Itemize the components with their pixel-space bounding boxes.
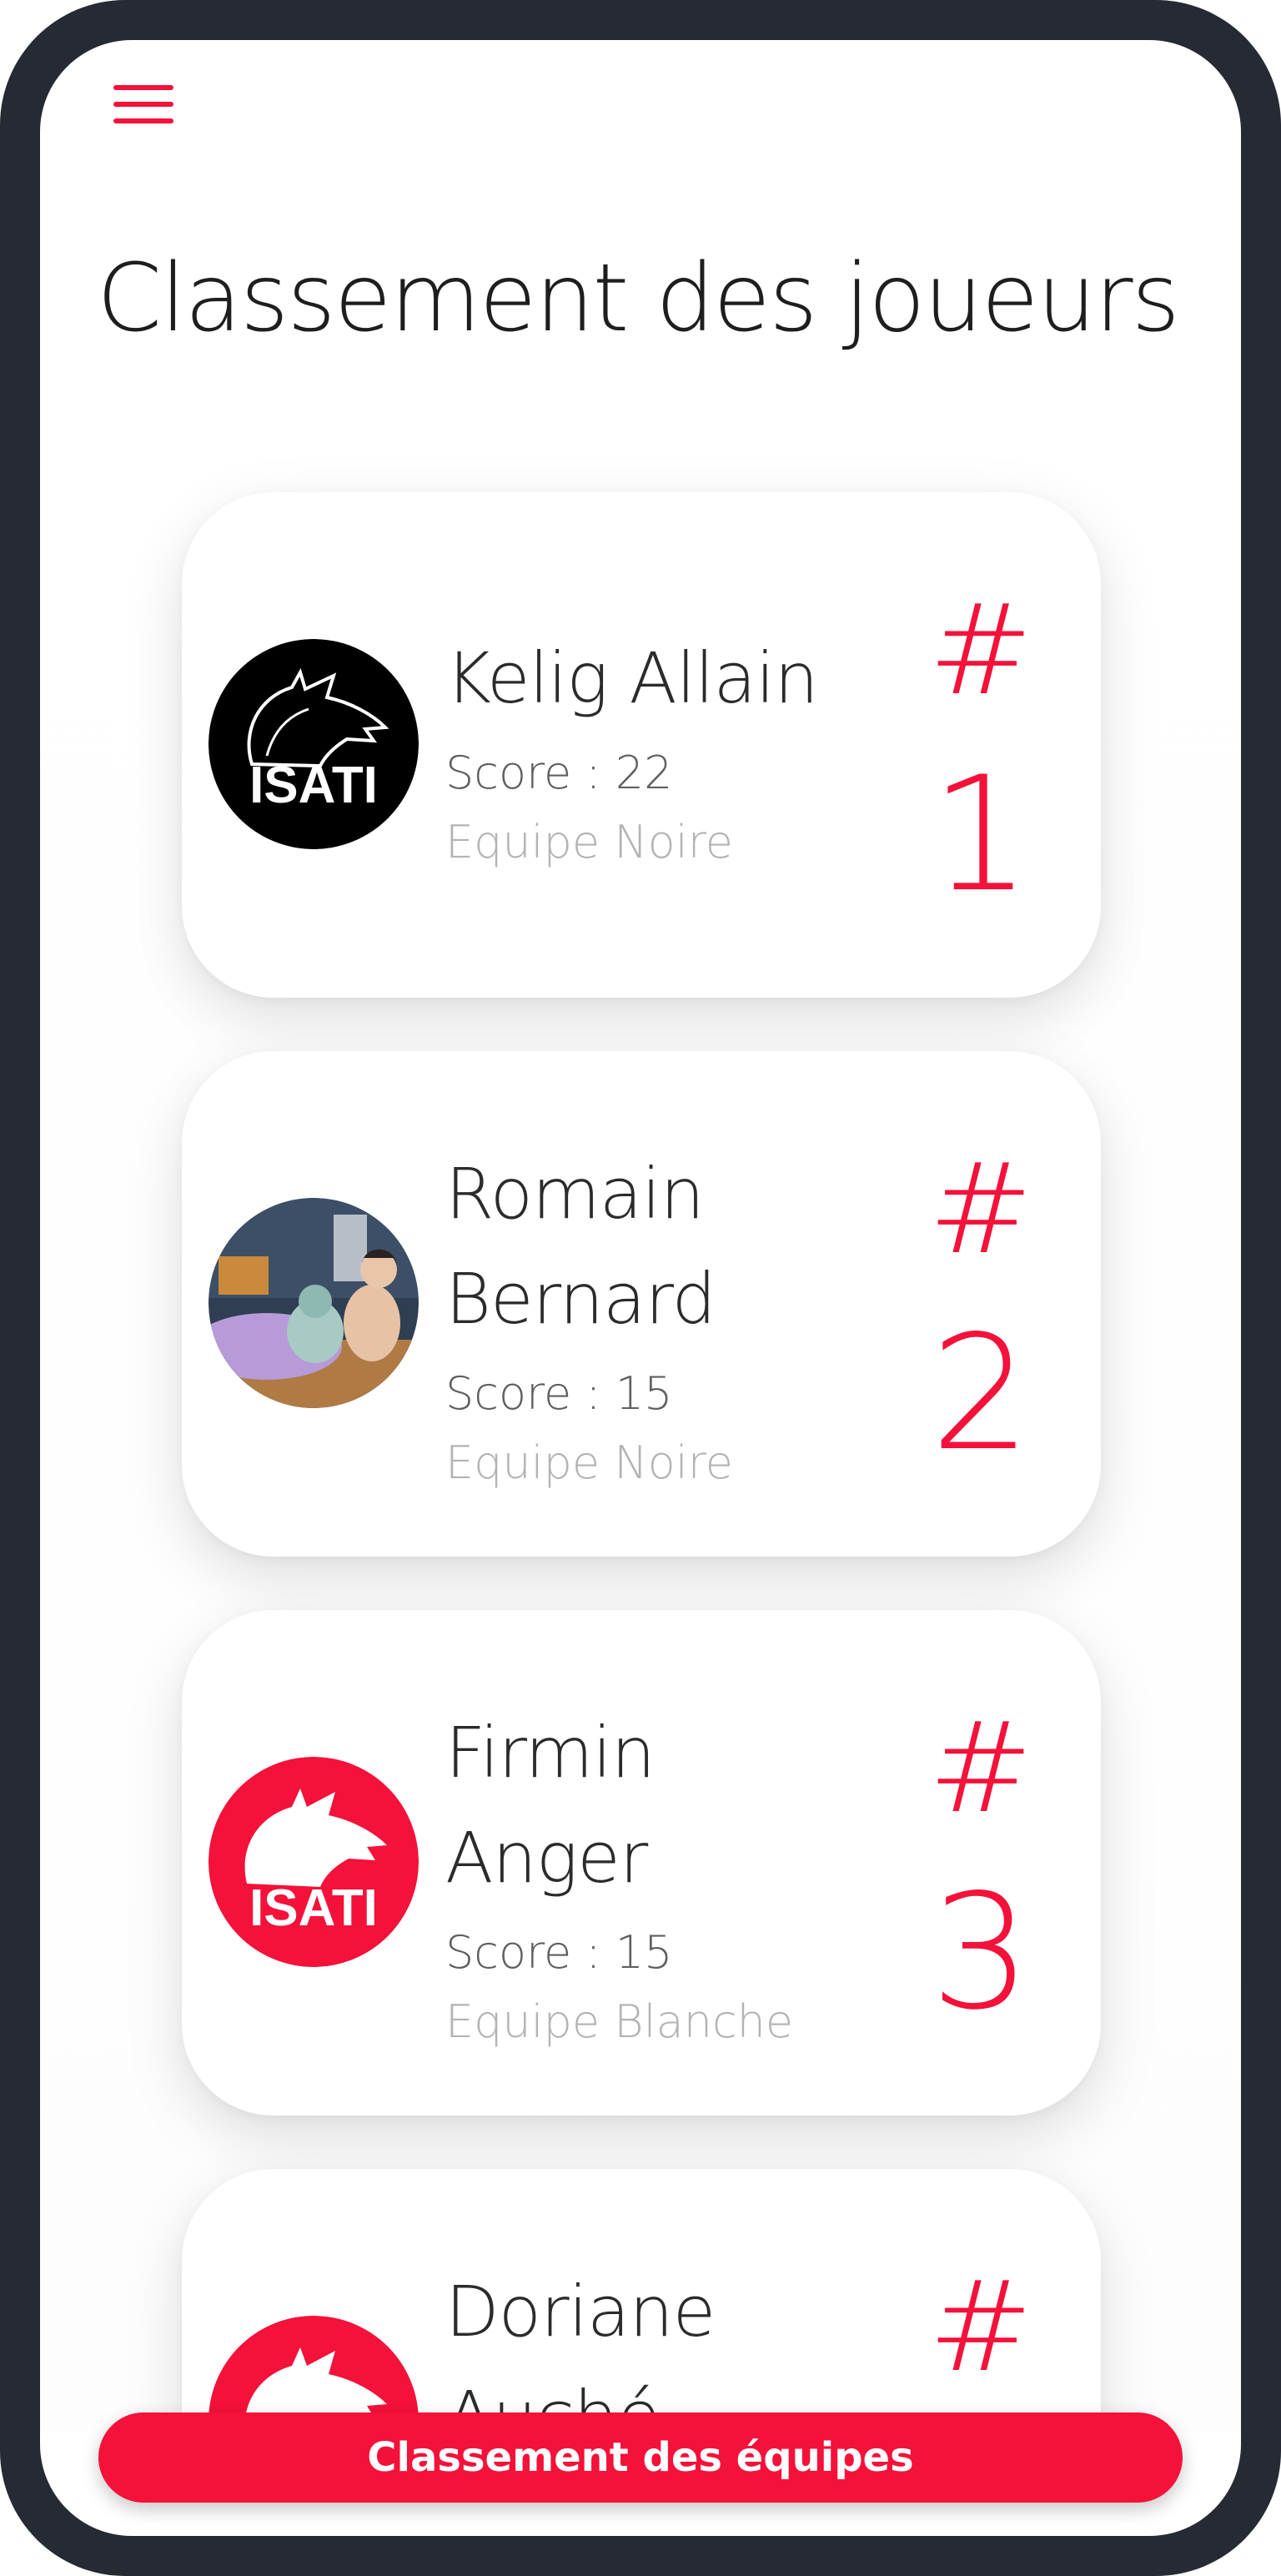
player-score: Score : 15 bbox=[445, 1926, 673, 1979]
user-photo-icon bbox=[208, 1198, 419, 1408]
rank-hash: # bbox=[928, 1696, 1033, 1841]
isati-logo-avatar: ISATI bbox=[208, 639, 419, 849]
phone-frame: Classement des joueurs ISATI Kelig Allai… bbox=[0, 0, 1281, 2576]
player-team: Equipe Noire bbox=[445, 1436, 733, 1489]
rank-badge: # 1 bbox=[897, 576, 1064, 931]
rank-hash: # bbox=[928, 1137, 1033, 1282]
rank-hash: # bbox=[928, 578, 1033, 723]
rank-number: 1 bbox=[930, 742, 1032, 927]
player-score: Score : 22 bbox=[445, 747, 673, 799]
isati-logo-avatar: ISATI bbox=[208, 1757, 419, 1967]
rank-number: 3 bbox=[930, 1860, 1032, 2045]
rank-badge: # 2 bbox=[897, 1135, 1064, 1490]
hamburger-menu-icon[interactable] bbox=[107, 67, 182, 142]
rank-hash: # bbox=[928, 2255, 1033, 2400]
isati-wolf-icon: ISATI bbox=[208, 639, 419, 849]
player-info: Romain Bernard Score : 15 Equipe Noire bbox=[445, 1141, 862, 1500]
player-card[interactable]: ISATI Firmin Anger Score : 15 Equipe Bla… bbox=[182, 1610, 1101, 2116]
player-team: Equipe Noire bbox=[445, 816, 733, 868]
player-info: Firmin Anger Score : 15 Equipe Blanche bbox=[445, 1700, 862, 2059]
player-card[interactable]: Romain Bernard Score : 15 Equipe Noire #… bbox=[182, 1051, 1101, 1557]
player-name: Doriane Auché bbox=[445, 2271, 716, 2433]
player-photo-avatar bbox=[208, 1198, 419, 1408]
rank-badge: # bbox=[897, 2252, 1064, 2402]
player-ranking-list[interactable]: ISATI Kelig Allain Score : 22 Equipe Noi… bbox=[40, 432, 1241, 2433]
rank-number: 2 bbox=[930, 1301, 1032, 1486]
player-card[interactable]: ISATI Kelig Allain Score : 22 Equipe Noi… bbox=[182, 492, 1101, 998]
app-screen: Classement des joueurs ISATI Kelig Allai… bbox=[40, 40, 1241, 2536]
isati-wolf-icon: ISATI bbox=[208, 1757, 419, 1967]
rank-badge: # 3 bbox=[897, 1693, 1064, 2049]
player-name: Firmin Anger bbox=[445, 1712, 656, 1899]
team-ranking-button[interactable]: Classement des équipes bbox=[98, 2412, 1183, 2503]
player-card[interactable]: ISATI Doriane Auché # bbox=[182, 2169, 1101, 2433]
page-title: Classement des joueurs bbox=[97, 244, 1180, 353]
player-info: Kelig Allain Score : 22 Equipe Noire bbox=[445, 626, 862, 879]
player-name: Romain Bernard bbox=[445, 1153, 716, 1340]
player-info: Doriane Auché bbox=[445, 2259, 862, 2433]
player-score: Score : 15 bbox=[445, 1367, 673, 1420]
svg-text:ISATI: ISATI bbox=[249, 1879, 378, 1937]
svg-text:ISATI: ISATI bbox=[249, 757, 378, 814]
player-name: Kelig Allain bbox=[445, 637, 819, 719]
player-team: Equipe Blanche bbox=[445, 1995, 794, 2048]
